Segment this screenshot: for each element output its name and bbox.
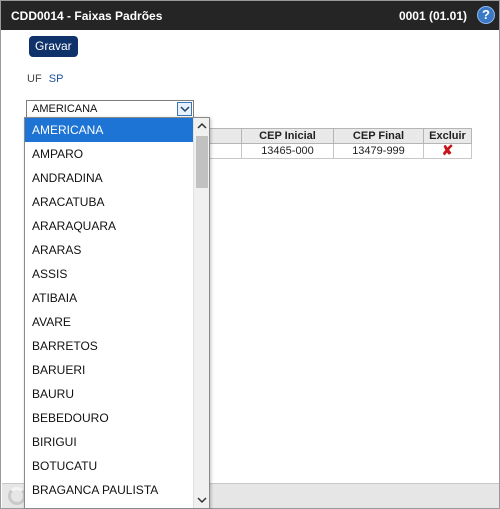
table-header-row: CEP Inicial CEP Final Excluir	[205, 128, 472, 144]
dropdown-option[interactable]: AMPARO	[25, 142, 195, 166]
delete-icon[interactable]: ✘	[442, 142, 454, 158]
dropdown-option[interactable]: ARACATUBA	[25, 190, 195, 214]
dropdown-option[interactable]: BARUERI	[25, 358, 195, 382]
city-dropdown-list[interactable]: AMERICANA AMPARO ANDRADINA ARACATUBA ARARAQU…	[24, 117, 210, 509]
column-header-cep-final: CEP Final	[333, 128, 424, 144]
cell-cep-final[interactable]: 13479-999	[333, 143, 424, 159]
column-header-blank	[205, 128, 242, 144]
dropdown-option[interactable]: BRAGANCA PAULISTA	[25, 478, 195, 502]
city-select[interactable]: AMERICANA	[26, 100, 194, 118]
dropdown-option[interactable]: BIRIGUI	[25, 430, 195, 454]
cell-blank	[205, 143, 242, 159]
uf-value: SP	[48, 73, 64, 85]
dropdown-option[interactable]: ASSIS	[25, 262, 195, 286]
help-icon[interactable]: ?	[477, 6, 495, 24]
column-header-cep-inicial: CEP Inicial	[241, 128, 334, 144]
dropdown-options: AMERICANA AMPARO ANDRADINA ARACATUBA ARARAQU…	[25, 118, 195, 502]
uf-label: UF	[27, 73, 42, 85]
window-code: 0001 (01.01)	[398, 9, 467, 23]
scroll-thumb[interactable]	[196, 136, 208, 188]
dropdown-option[interactable]: ATIBAIA	[25, 286, 195, 310]
dropdown-option[interactable]: BEBEDOURO	[25, 406, 195, 430]
chevron-down-icon[interactable]	[177, 102, 192, 116]
cell-excluir: ✘	[423, 142, 472, 159]
dropdown-option[interactable]: BARRETOS	[25, 334, 195, 358]
city-select-value: AMERICANA	[32, 103, 98, 115]
dropdown-option[interactable]: ARARAQUARA	[25, 214, 195, 238]
dropdown-scrollbar[interactable]	[193, 118, 209, 508]
chevron-down-icon[interactable]	[194, 492, 209, 508]
title-bar: CDD0014 - Faixas Padrões 0001 (01.01) ?	[1, 1, 499, 30]
save-button[interactable]: Gravar	[29, 36, 78, 57]
dropdown-option[interactable]: ANDRADINA	[25, 166, 195, 190]
uf-field: UF SP	[27, 73, 63, 85]
dropdown-option[interactable]: AMERICANA	[25, 118, 195, 142]
cell-cep-inicial[interactable]: 13465-000	[241, 143, 334, 159]
dropdown-option[interactable]: AVARE	[25, 310, 195, 334]
dropdown-option[interactable]: BAURU	[25, 382, 195, 406]
cep-range-table: CEP Inicial CEP Final Excluir 13465-000 …	[205, 128, 472, 159]
chevron-up-icon[interactable]	[194, 118, 209, 134]
dropdown-option[interactable]: BOTUCATU	[25, 454, 195, 478]
dropdown-option[interactable]: ARARAS	[25, 238, 195, 262]
window-title: CDD0014 - Faixas Padrões	[11, 9, 163, 23]
table-row: 13465-000 13479-999 ✘	[205, 142, 472, 159]
